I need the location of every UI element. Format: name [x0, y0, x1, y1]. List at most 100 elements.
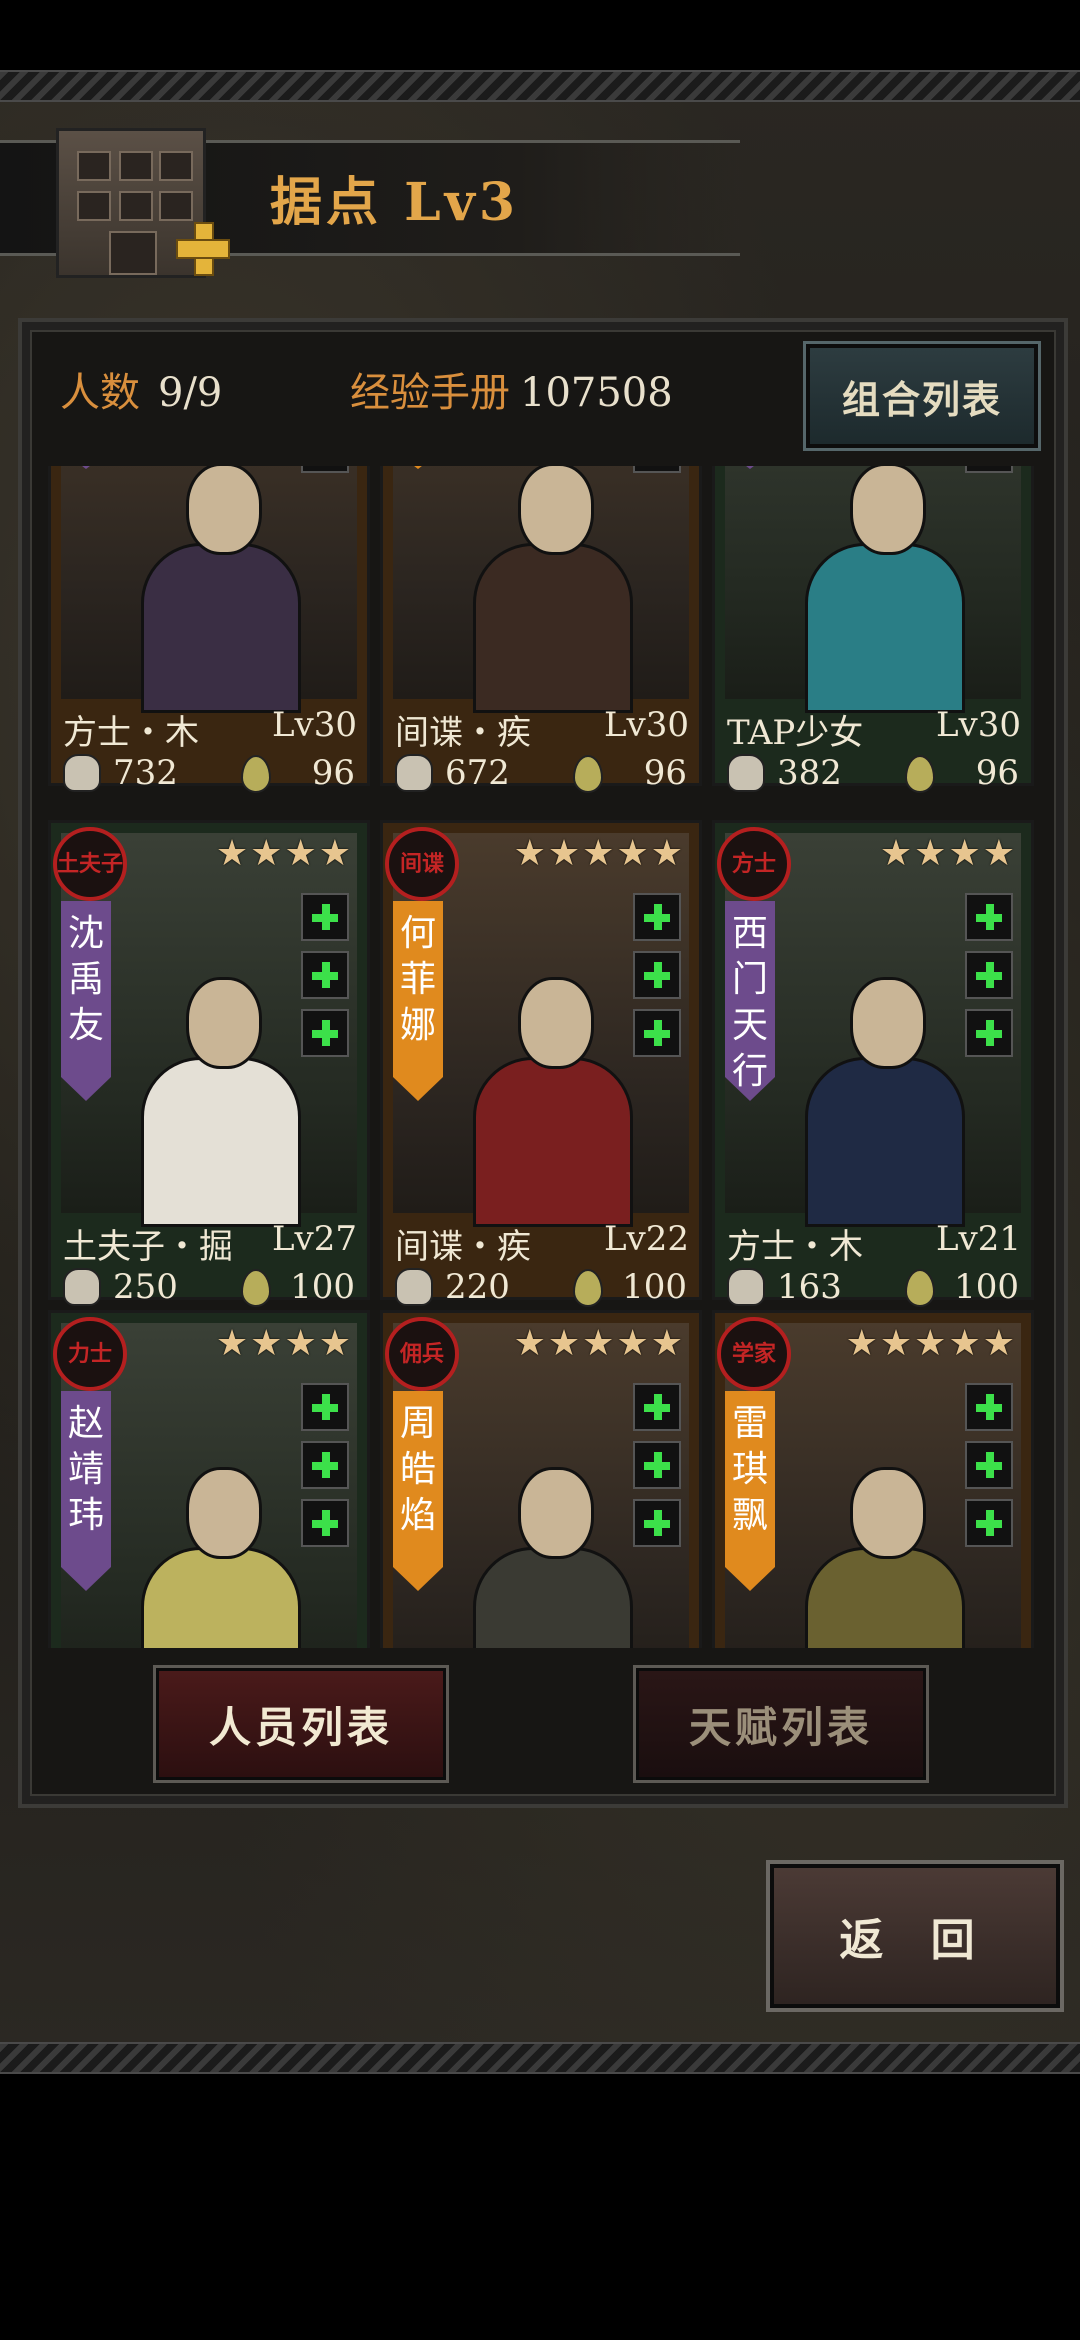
power-stat: 163	[727, 1267, 842, 1307]
base-title: 据点 Lv3	[270, 172, 520, 233]
character-name-banner: 何菲娜	[393, 901, 443, 1101]
character-name-banner: 沈禹友	[61, 901, 111, 1101]
character-name-banner: 雷琪飘	[725, 1391, 775, 1591]
power-stat: 382	[727, 753, 842, 793]
class-badge: 学家	[717, 1317, 791, 1391]
character-card[interactable]: 台道一队伍中1方士・木Lv3073296	[48, 466, 370, 793]
character-portrait	[805, 466, 965, 713]
character-class: TAP少女	[727, 713, 864, 753]
character-portrait	[805, 1467, 965, 1648]
character-portrait	[473, 1467, 633, 1648]
add-icon[interactable]	[633, 466, 681, 473]
equipment-slots	[301, 466, 349, 483]
fist-icon	[727, 754, 765, 792]
power-value: 250	[113, 1267, 178, 1307]
add-icon[interactable]	[301, 466, 349, 473]
class-badge: 方士	[717, 827, 791, 901]
equipment-slots	[633, 466, 681, 483]
add-icon[interactable]	[633, 1009, 681, 1057]
back-button[interactable]: 返 回	[766, 1860, 1064, 2012]
power-value: 382	[777, 753, 842, 793]
tab-talents[interactable]: 天赋列表	[633, 1665, 929, 1783]
add-icon[interactable]	[965, 951, 1013, 999]
star-rating: ★★★★★	[513, 833, 685, 874]
character-name-banner: 西门天行	[725, 901, 775, 1101]
add-icon[interactable]	[965, 893, 1013, 941]
character-card[interactable]: 学家 ★★★★★ 雷琪飘	[712, 1310, 1034, 1648]
add-icon[interactable]	[633, 1499, 681, 1547]
character-card[interactable]: 西队伍中3TAP少女Lv3038296	[712, 466, 1034, 793]
stamina-value: 96	[643, 753, 687, 793]
star-rating: ★★★★	[215, 1323, 353, 1364]
top-ornament-strip	[0, 70, 1080, 102]
exp-manual-value: 107508	[520, 370, 673, 416]
character-card[interactable]: 佣兵 ★★★★★ 周皓焰	[380, 1310, 702, 1648]
power-value: 220	[445, 1267, 510, 1307]
character-class: 土夫子・掘	[63, 1227, 233, 1267]
add-icon[interactable]	[965, 1499, 1013, 1547]
exp-manual: 经验手册 107508	[350, 360, 673, 418]
star-rating: ★★★★	[879, 833, 1017, 874]
add-icon[interactable]	[301, 1009, 349, 1057]
character-class: 方士・木	[63, 713, 199, 753]
add-icon[interactable]	[965, 1441, 1013, 1489]
character-portrait	[473, 466, 633, 713]
add-icon[interactable]	[301, 1383, 349, 1431]
equipment-slots	[301, 893, 349, 1067]
character-portrait	[141, 977, 301, 1227]
add-icon[interactable]	[965, 1009, 1013, 1057]
tab-members[interactable]: 人员列表	[153, 1665, 449, 1783]
power-stat: 250	[63, 1267, 178, 1307]
class-badge: 力士	[53, 1317, 127, 1391]
add-icon[interactable]	[301, 951, 349, 999]
class-badge: 土夫子	[53, 827, 127, 901]
character-level: Lv30	[603, 705, 689, 745]
character-card[interactable]: 间谍 ★★★★★ 何菲娜间谍・疾 Lv22 220 100	[380, 820, 702, 1307]
fist-icon	[727, 1268, 765, 1306]
character-card[interactable]: 力士 ★★★★ 赵靖玮	[48, 1310, 370, 1648]
drop-icon	[905, 1269, 935, 1307]
character-name-banner: 周皓焰	[393, 1391, 443, 1591]
character-grid[interactable]: 台道一队伍中1方士・木Lv3073296萌晶队伍中2间谍・疾Lv3067296西…	[48, 466, 1038, 1648]
add-icon[interactable]	[965, 1383, 1013, 1431]
class-badge: 间谍	[385, 827, 459, 901]
upgrade-plus-icon[interactable]	[176, 222, 230, 276]
fist-icon	[395, 1268, 433, 1306]
power-stat: 220	[395, 1267, 510, 1307]
character-level: Lv27	[271, 1219, 357, 1259]
character-level: Lv30	[271, 705, 357, 745]
star-rating: ★★★★	[215, 833, 353, 874]
drop-icon	[905, 755, 935, 793]
exp-manual-label: 经验手册	[350, 370, 510, 416]
stamina-value: 100	[290, 1267, 355, 1307]
add-icon[interactable]	[633, 951, 681, 999]
add-icon[interactable]	[301, 1499, 349, 1547]
add-icon[interactable]	[633, 1441, 681, 1489]
equipment-slots	[965, 1383, 1013, 1557]
combo-list-button[interactable]: 组合列表	[803, 341, 1041, 451]
bottom-ornament-strip	[0, 2042, 1080, 2074]
equipment-slots	[965, 466, 1013, 483]
equipment-slots	[301, 1383, 349, 1557]
fist-icon	[63, 754, 101, 792]
class-badge: 佣兵	[385, 1317, 459, 1391]
drop-icon	[241, 1269, 271, 1307]
character-card[interactable]: 萌晶队伍中2间谍・疾Lv3067296	[380, 466, 702, 793]
add-icon[interactable]	[633, 1383, 681, 1431]
star-rating: ★★★★★	[513, 1323, 685, 1364]
add-icon[interactable]	[301, 893, 349, 941]
character-card[interactable]: 方士 ★★★★ 西门天行方士・木 Lv21 163 100	[712, 820, 1034, 1307]
stamina-value: 100	[622, 1267, 687, 1307]
character-portrait	[473, 977, 633, 1227]
drop-icon	[573, 755, 603, 793]
fist-icon	[395, 754, 433, 792]
add-icon[interactable]	[301, 1441, 349, 1489]
drop-icon	[241, 755, 271, 793]
character-class: 间谍・疾	[395, 1227, 531, 1267]
character-portrait	[805, 977, 965, 1227]
character-card[interactable]: 土夫子 ★★★★ 沈禹友土夫子・掘 Lv27 250 100	[48, 820, 370, 1307]
member-count-label: 人数	[60, 370, 140, 416]
add-icon[interactable]	[965, 466, 1013, 473]
character-level: Lv21	[935, 1219, 1021, 1259]
add-icon[interactable]	[633, 893, 681, 941]
